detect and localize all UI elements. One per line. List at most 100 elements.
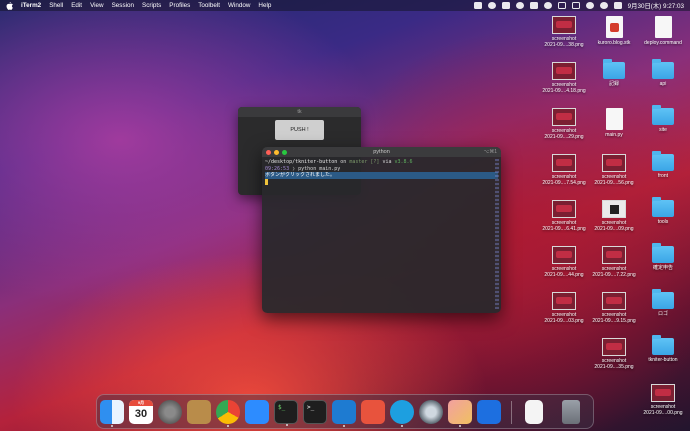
prompt-version: v3.8.6 bbox=[394, 159, 413, 165]
zoom-app-icon[interactable] bbox=[245, 400, 269, 424]
desktop-icon[interactable]: ロゴ bbox=[638, 289, 688, 317]
close-icon[interactable] bbox=[266, 149, 271, 155]
infinity-app-icon[interactable] bbox=[477, 400, 501, 424]
stats-app-icon[interactable] bbox=[361, 400, 385, 424]
terminal-scrollbar[interactable] bbox=[495, 159, 499, 309]
cloud-icon[interactable] bbox=[501, 2, 510, 9]
record-icon[interactable] bbox=[487, 2, 496, 9]
desktop-icon[interactable]: kuroro.blog.stk bbox=[589, 16, 639, 46]
desktop-icon[interactable]: screenshot 2021-09....4.18.png bbox=[539, 62, 589, 94]
menubar-clock[interactable]: 9月30日(木) 9:27:03 bbox=[628, 1, 684, 10]
folder-icon bbox=[603, 59, 625, 79]
terminal-titlebar[interactable]: python ⌥⌘1 bbox=[262, 147, 501, 157]
control-center-icon[interactable] bbox=[613, 2, 622, 9]
quicktime-icon[interactable] bbox=[419, 400, 443, 424]
trash-icon[interactable] bbox=[562, 400, 580, 424]
desktop-icon[interactable]: deploy.command bbox=[638, 16, 688, 46]
desktop-icon[interactable]: screenshot 2021-09....44.png bbox=[539, 246, 589, 278]
desktop-icon-sublabel: 2021-09....44.png bbox=[544, 272, 584, 278]
iterm-icon[interactable]: $_ bbox=[274, 400, 298, 426]
calendar-day: 30 bbox=[134, 408, 148, 420]
desktop-icon[interactable]: screenshot 2021-09....03.png bbox=[539, 292, 589, 324]
folder-icon bbox=[652, 197, 674, 217]
image-thumbnail-icon bbox=[602, 292, 626, 310]
push-button[interactable]: PUSH ! bbox=[275, 120, 324, 140]
search-icon[interactable] bbox=[599, 2, 608, 9]
image-thumbnail-icon bbox=[552, 246, 576, 264]
menu-view[interactable]: View bbox=[90, 2, 104, 9]
desktop-icon[interactable]: screenshot 2021-09....56.png bbox=[589, 154, 639, 186]
desktop-icon[interactable]: site bbox=[638, 105, 688, 133]
desktop-icon[interactable]: tools bbox=[638, 197, 688, 225]
image-thumbnail-icon bbox=[602, 200, 626, 218]
menu-toolbelt[interactable]: Toolbelt bbox=[198, 2, 220, 9]
system-preferences-icon[interactable] bbox=[158, 400, 182, 424]
menu-help[interactable]: Help bbox=[258, 2, 271, 9]
desktop-icon-label: 確定申告 bbox=[652, 265, 673, 271]
input-source-icon[interactable] bbox=[557, 2, 566, 9]
p-app-icon[interactable] bbox=[515, 2, 524, 9]
terminal-output[interactable]: ~/desktop/tkniter-button on master [?] v… bbox=[262, 157, 501, 189]
menu-edit[interactable]: Edit bbox=[71, 2, 82, 9]
menu-app-name[interactable]: iTerm2 bbox=[21, 2, 41, 9]
window-controls bbox=[266, 149, 287, 155]
desktop-icon[interactable]: screenshot 2021-09....7.54.png bbox=[539, 154, 589, 186]
desktop-icon-sublabel: 2021-09....29.png bbox=[544, 134, 584, 140]
desktop-icon[interactable]: 記録 bbox=[589, 59, 639, 87]
document-icon bbox=[654, 16, 672, 38]
menu-profiles[interactable]: Profiles bbox=[169, 2, 190, 9]
desktop-icon[interactable]: screenshot 2021-09....29.png bbox=[539, 108, 589, 140]
dropbox-icon[interactable] bbox=[529, 2, 538, 9]
prompt-via: via bbox=[382, 159, 392, 165]
docker-icon[interactable] bbox=[390, 400, 414, 427]
display-icon[interactable] bbox=[473, 2, 482, 9]
desktop-icon[interactable]: screenshot 2021-09....9.15.png bbox=[589, 292, 639, 324]
desktop-icon[interactable]: main.py bbox=[589, 108, 639, 138]
desktop-icon[interactable]: screenshot 2021-09....6.41.png bbox=[539, 200, 589, 232]
desktop-icon-sublabel: 2021-09....00.png bbox=[643, 410, 683, 416]
desktop-icon[interactable]: tkniter-button bbox=[638, 335, 688, 363]
desktop-icon[interactable]: screenshot 2021-09....09.png bbox=[589, 200, 639, 232]
wifi-icon[interactable] bbox=[585, 2, 594, 9]
user-icon[interactable] bbox=[543, 2, 552, 9]
prompt-branch: master [?] bbox=[349, 159, 380, 165]
apple-menu-icon[interactable] bbox=[6, 1, 13, 10]
command-time: 09:26:53 bbox=[265, 165, 290, 172]
menu-scripts[interactable]: Scripts bbox=[142, 2, 161, 9]
image-thumbnail-icon bbox=[552, 292, 576, 310]
image-thumbnail-icon bbox=[552, 62, 576, 80]
preview-icon[interactable] bbox=[448, 400, 472, 427]
desktop-icon-label: kuroro.blog.stk bbox=[597, 40, 631, 46]
desktop-icon-sublabel: 2021-09....7.54.png bbox=[542, 180, 586, 186]
document-icon bbox=[605, 108, 623, 130]
chrome-icon[interactable] bbox=[216, 400, 240, 427]
desktop-icon[interactable]: api bbox=[638, 59, 688, 87]
desktop-icon-sublabel: 2021-09....03.png bbox=[544, 318, 584, 324]
desktop-icon[interactable]: front bbox=[638, 151, 688, 179]
tk-window-title[interactable]: tk bbox=[238, 107, 361, 117]
desktop-icon-sublabel: 2021-09....4.18.png bbox=[542, 88, 586, 94]
terminal-app-icon[interactable]: >_ bbox=[303, 400, 327, 424]
menu-bar: iTerm2 Shell Edit View Session Scripts P… bbox=[0, 0, 690, 11]
image-thumbnail-icon bbox=[552, 16, 576, 34]
menu-session[interactable]: Session bbox=[112, 2, 134, 9]
folder-icon bbox=[652, 59, 674, 79]
folder-icon bbox=[652, 289, 674, 309]
finder-icon[interactable] bbox=[100, 400, 124, 427]
vscode-icon[interactable] bbox=[332, 400, 356, 427]
document-icon[interactable] bbox=[525, 400, 543, 424]
desktop-icon[interactable]: screenshot 2021-09....7.22.png bbox=[589, 246, 639, 278]
menu-shell[interactable]: Shell bbox=[49, 2, 63, 9]
image-thumbnail-icon bbox=[602, 338, 626, 356]
desktop-icon[interactable]: screenshot 2021-09....00.png bbox=[638, 384, 688, 416]
menu-window[interactable]: Window bbox=[228, 2, 250, 9]
desktop-icon[interactable]: screenshot 2021-09....35.png bbox=[589, 338, 639, 370]
contacts-icon[interactable] bbox=[187, 400, 211, 424]
minimize-icon[interactable] bbox=[274, 149, 279, 155]
calendar-icon[interactable]: 9月 30 bbox=[129, 400, 153, 424]
iterm-glyph-icon: $_ bbox=[278, 404, 286, 411]
battery-icon[interactable] bbox=[571, 2, 580, 9]
zoom-icon[interactable] bbox=[282, 149, 287, 155]
desktop-icon[interactable]: 確定申告 bbox=[638, 243, 688, 271]
desktop-icon[interactable]: screenshot 2021-09....38.png bbox=[539, 16, 589, 48]
